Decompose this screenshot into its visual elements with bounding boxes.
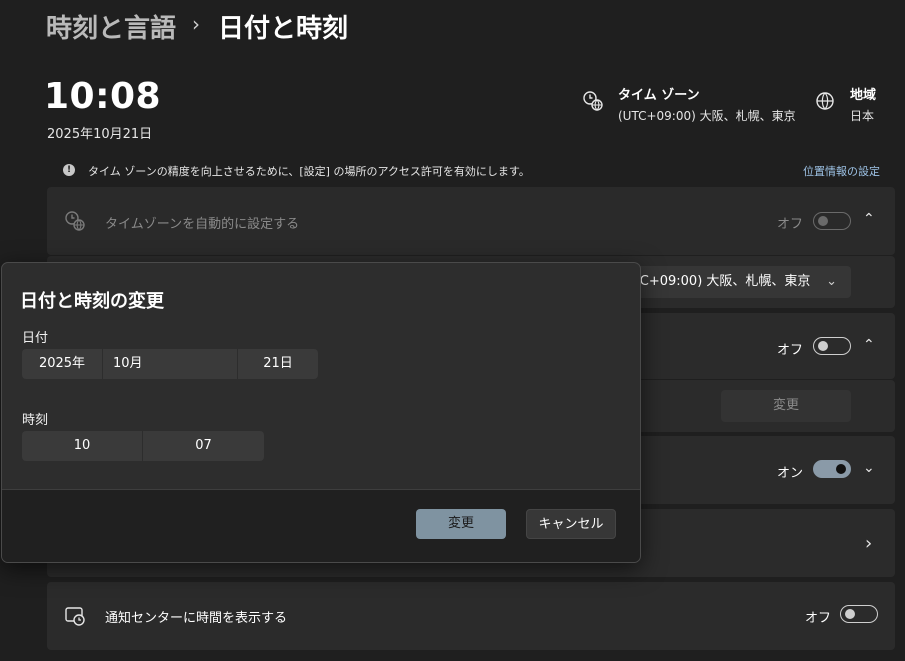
region-info-title: 地域 bbox=[850, 88, 877, 103]
info-icon: ! bbox=[63, 164, 75, 176]
timezone-select-value: (UTC+09:00) 大阪、札幌、東京 bbox=[620, 274, 811, 289]
year-field[interactable]: 2025年 bbox=[22, 349, 103, 379]
chevron-down-icon: ⌄ bbox=[826, 274, 837, 289]
time-label: 時刻 bbox=[22, 413, 49, 428]
notification-center-label: 通知センターに時間を表示する bbox=[105, 611, 288, 626]
current-time: 10:08 bbox=[44, 76, 162, 117]
day-field[interactable]: 21日 bbox=[238, 349, 318, 379]
timezone-info-title: タイム ゾーン bbox=[618, 88, 700, 103]
notification-center-toggle[interactable] bbox=[840, 605, 878, 623]
breadcrumb-separator: › bbox=[192, 12, 200, 36]
timezone-info-value: (UTC+09:00) 大阪、札幌、東京 bbox=[618, 109, 796, 123]
dialog-title: 日付と時刻の変更 bbox=[20, 291, 164, 312]
notification-center-card: 通知センターに時間を表示する オフ bbox=[47, 582, 895, 650]
auto-timezone-state: オフ bbox=[777, 217, 804, 232]
timezone-info: タイム ゾーン (UTC+09:00) 大阪、札幌、東京 bbox=[582, 84, 796, 124]
daylight-saving-state: オン bbox=[777, 466, 804, 481]
clock-globe-icon bbox=[583, 91, 603, 111]
region-info-value: 日本 bbox=[850, 109, 875, 123]
change-time-button[interactable]: 変更 bbox=[721, 390, 851, 422]
month-field[interactable]: 10月 bbox=[103, 349, 238, 379]
notification-center-state: オフ bbox=[805, 611, 832, 626]
time-picker[interactable]: 10 07 bbox=[22, 431, 264, 461]
hour-field[interactable]: 10 bbox=[22, 431, 143, 461]
date-picker[interactable]: 2025年 10月 21日 bbox=[22, 349, 318, 379]
auto-time-toggle[interactable] bbox=[813, 337, 851, 355]
region-info: 地域 日本 bbox=[814, 84, 876, 124]
minute-field[interactable]: 07 bbox=[143, 431, 264, 461]
timezone-select[interactable]: (UTC+09:00) 大阪、札幌、東京 ⌄ bbox=[620, 266, 851, 298]
confirm-change-button[interactable]: 変更 bbox=[416, 509, 506, 539]
chevron-right-icon: › bbox=[865, 533, 873, 554]
auto-timezone-label: タイムゾーンを自動的に設定する bbox=[105, 217, 300, 232]
chevron-up-icon[interactable]: ⌃ bbox=[863, 337, 875, 353]
page-title: 日付と時刻 bbox=[218, 14, 349, 44]
daylight-saving-toggle[interactable] bbox=[813, 460, 851, 478]
auto-timezone-card: タイムゾーンを自動的に設定する オフ ⌃ bbox=[47, 187, 895, 255]
chevron-down-icon[interactable]: ⌄ bbox=[863, 460, 875, 476]
clock-globe-icon bbox=[65, 211, 85, 231]
location-settings-link[interactable]: 位置情報の設定 bbox=[803, 163, 880, 179]
notification-clock-icon bbox=[65, 607, 85, 626]
change-date-time-dialog: 日付と時刻の変更 日付 2025年 10月 21日 時刻 10 07 変更 キャ… bbox=[1, 262, 641, 563]
date-label: 日付 bbox=[22, 331, 49, 346]
current-date: 2025年10月21日 bbox=[47, 127, 153, 142]
auto-time-state: オフ bbox=[777, 343, 804, 358]
auto-timezone-toggle[interactable] bbox=[813, 212, 851, 230]
cancel-button[interactable]: キャンセル bbox=[526, 509, 616, 539]
globe-icon bbox=[816, 92, 834, 110]
location-notice: タイム ゾーンの精度を向上させるために、[設定] の場所のアクセス許可を有効にし… bbox=[88, 165, 530, 178]
breadcrumb-parent[interactable]: 時刻と言語 bbox=[46, 8, 176, 45]
chevron-up-icon[interactable]: ⌃ bbox=[863, 211, 875, 227]
dialog-footer: 変更 キャンセル bbox=[2, 489, 640, 562]
